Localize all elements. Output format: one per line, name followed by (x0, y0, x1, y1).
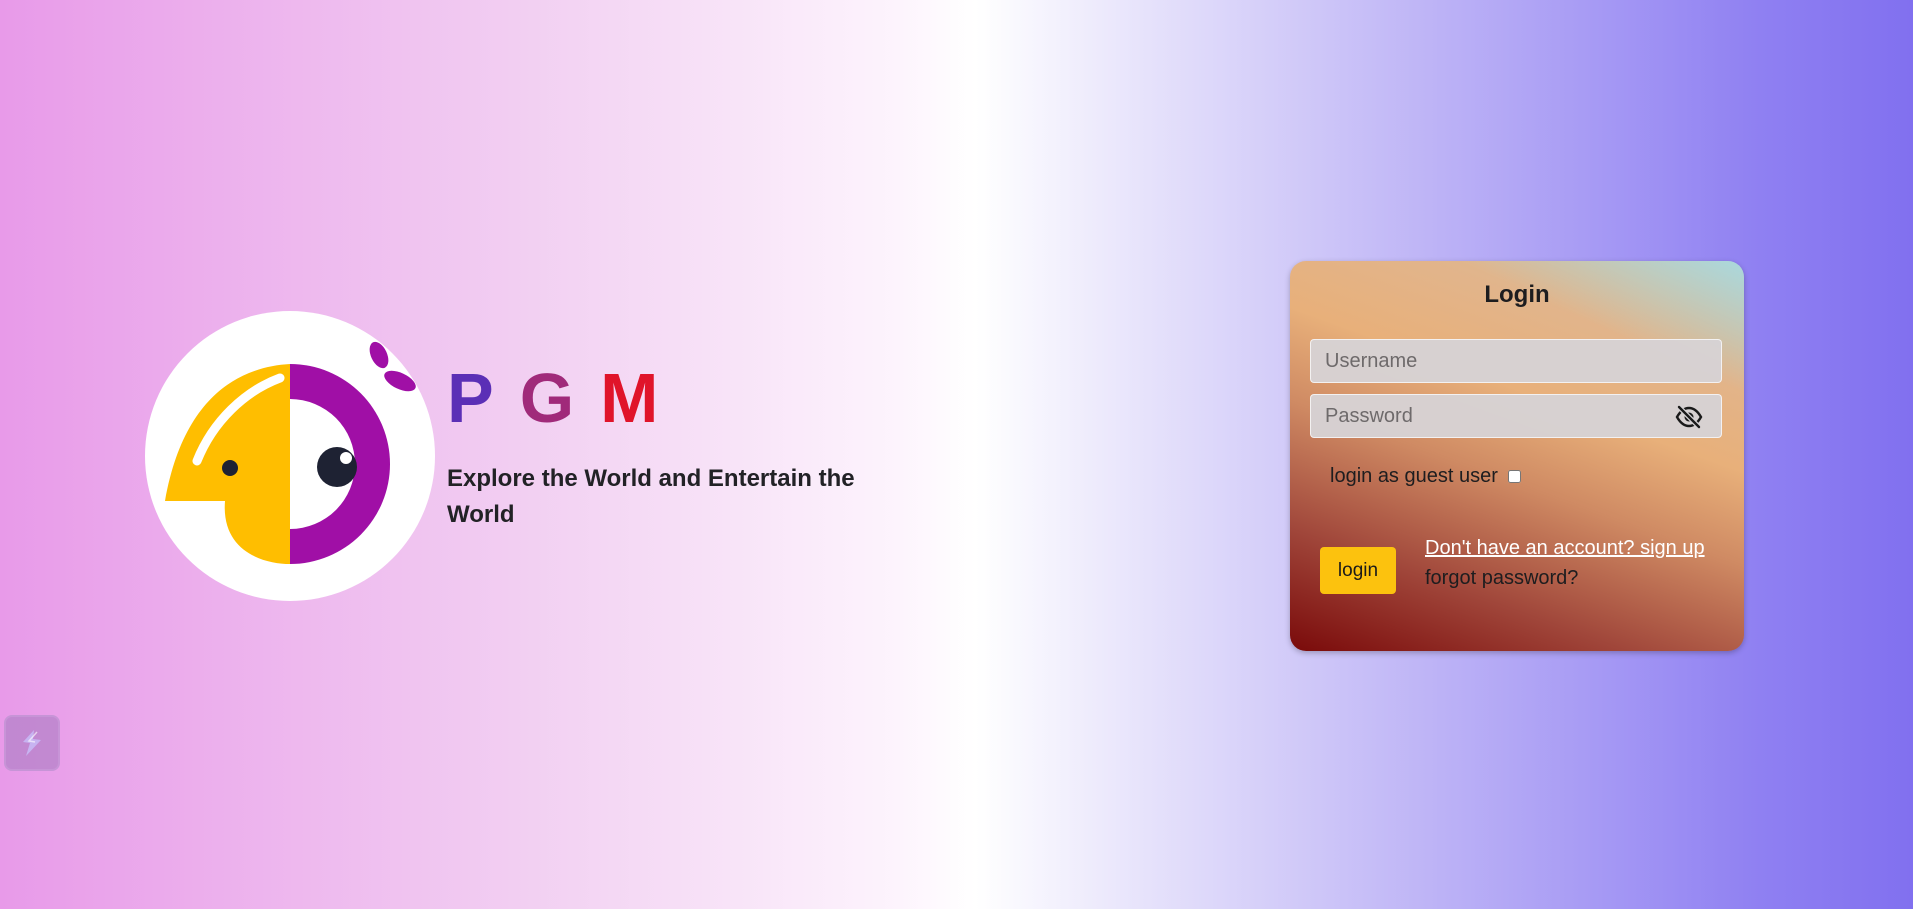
guest-login-label: login as guest user (1330, 465, 1498, 487)
password-field (1310, 394, 1722, 438)
brand-text: P G M Explore the World and Entertain th… (447, 363, 907, 533)
lightning-icon (23, 730, 41, 756)
forgot-password-link[interactable]: forgot password? (1425, 563, 1705, 593)
floating-action-button[interactable] (4, 715, 60, 771)
eye-off-icon[interactable] (1675, 405, 1703, 429)
signup-link[interactable]: Don't have an account? sign up (1425, 533, 1705, 563)
brand-section: P G M Explore the World and Entertain th… (145, 311, 907, 601)
login-card: Login login as guest user login Don't ha… (1290, 261, 1744, 651)
parrot-logo-icon (145, 311, 435, 601)
password-input[interactable] (1311, 395, 1721, 437)
brand-letter-p: P (447, 359, 496, 437)
brand-name: P G M (447, 363, 907, 433)
login-button[interactable]: login (1320, 547, 1396, 594)
brand-letter-g: G (519, 359, 577, 437)
login-title: Login (1484, 281, 1550, 308)
username-field (1310, 339, 1722, 383)
brand-letter-m: M (600, 359, 661, 437)
account-links: Don't have an account? sign up forgot pa… (1425, 533, 1705, 593)
username-input[interactable] (1311, 340, 1721, 382)
tagline: Explore the World and Entertain the Worl… (447, 465, 855, 528)
guest-login-checkbox[interactable] (1507, 470, 1521, 483)
guest-login-option[interactable]: login as guest user (1330, 465, 1521, 488)
